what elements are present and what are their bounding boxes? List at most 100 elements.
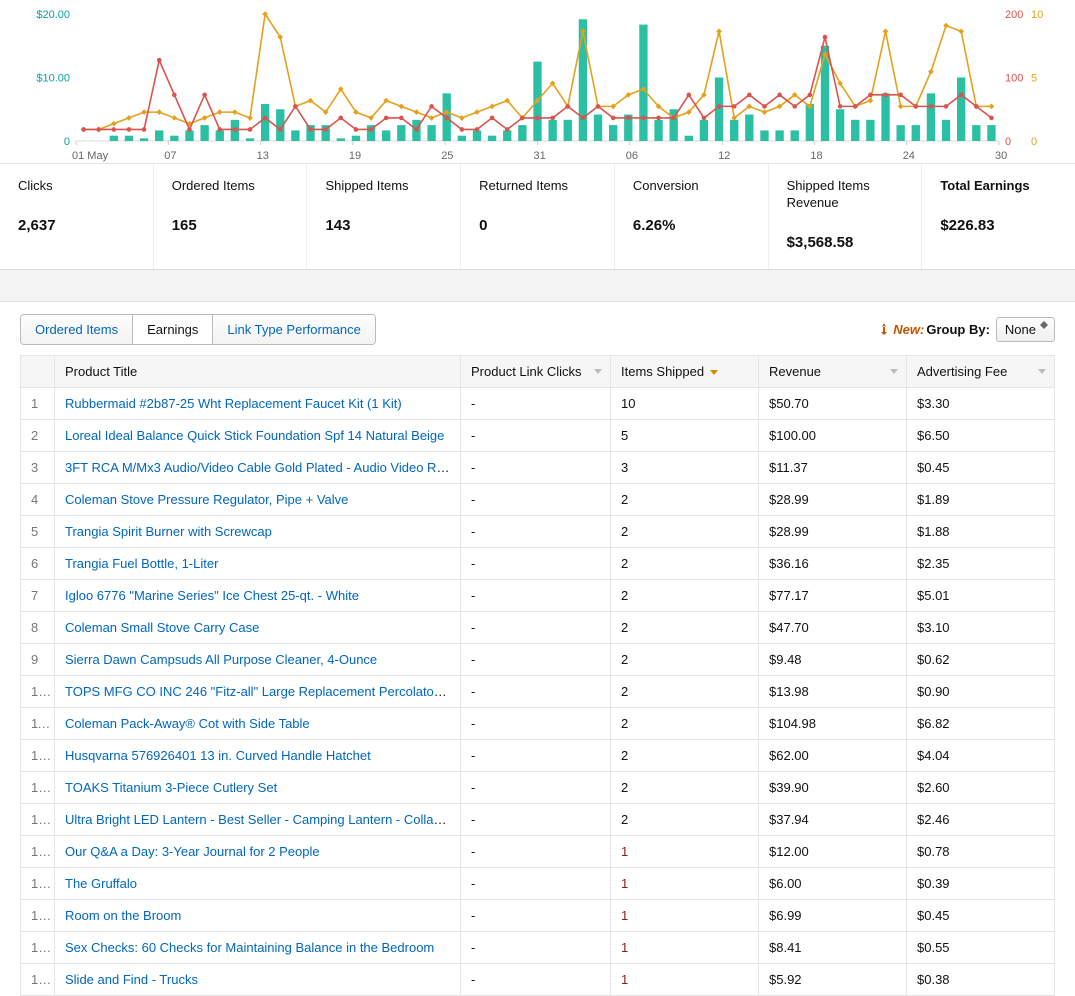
stat-label: Returned Items bbox=[479, 178, 596, 195]
product-title-cell: Room on the Broom bbox=[55, 899, 461, 931]
stat-returned-items: Returned Items 0 bbox=[461, 164, 615, 269]
table-row: 17Room on the Broom-1$6.99$0.45 bbox=[21, 899, 1055, 931]
product-title-cell: Coleman Small Stove Carry Case bbox=[55, 611, 461, 643]
row-index: 1 bbox=[21, 387, 55, 419]
product-link[interactable]: Slide and Find - Trucks bbox=[65, 972, 198, 987]
row-index: 17 bbox=[21, 899, 55, 931]
table-row: 11 Coleman Pack-Away® Cot with Side Table… bbox=[21, 707, 1055, 739]
table-row: 3 3FT RCA M/Mx3 Audio/Video Cable Gold Pl… bbox=[21, 451, 1055, 483]
product-link[interactable]: The Gruffalo bbox=[65, 876, 137, 891]
product-link[interactable]: Sierra Dawn Campsuds All Purpose Cleaner… bbox=[65, 652, 377, 667]
product-link-clicks-cell: - bbox=[461, 451, 611, 483]
table-row: 18Sex Checks: 60 Checks for Maintaining … bbox=[21, 931, 1055, 963]
product-link-clicks-cell: - bbox=[461, 547, 611, 579]
row-index: 16 bbox=[21, 867, 55, 899]
product-link-clicks-cell: - bbox=[461, 803, 611, 835]
row-index: 7 bbox=[21, 579, 55, 611]
col-revenue[interactable]: Revenue bbox=[759, 355, 907, 387]
items-shipped-cell: 1 bbox=[611, 899, 759, 931]
product-link-clicks-cell: - bbox=[461, 963, 611, 995]
svg-text:24: 24 bbox=[903, 150, 915, 162]
revenue-cell: $104.98 bbox=[759, 707, 907, 739]
items-shipped-cell: 2 bbox=[611, 611, 759, 643]
product-link[interactable]: 3FT RCA M/Mx3 Audio/Video Cable Gold Pla… bbox=[65, 460, 461, 475]
svg-text:0: 0 bbox=[64, 136, 70, 148]
row-index: 3 bbox=[21, 451, 55, 483]
product-link[interactable]: TOPS MFG CO INC 246 "Fitz-all" Large Rep… bbox=[65, 684, 461, 699]
revenue-cell: $39.90 bbox=[759, 771, 907, 803]
items-shipped-cell: 2 bbox=[611, 643, 759, 675]
advertising-fee-cell: $0.90 bbox=[907, 675, 1055, 707]
svg-text:18: 18 bbox=[810, 150, 822, 162]
revenue-cell: $28.99 bbox=[759, 483, 907, 515]
product-title-cell: Loreal Ideal Balance Quick Stick Foundat… bbox=[55, 419, 461, 451]
row-index: 9 bbox=[21, 643, 55, 675]
row-index: 13 bbox=[21, 771, 55, 803]
tab-earnings[interactable]: Earnings bbox=[133, 315, 213, 344]
product-link[interactable]: Coleman Small Stove Carry Case bbox=[65, 620, 259, 635]
new-label-text: New: bbox=[893, 322, 924, 337]
product-link[interactable]: Loreal Ideal Balance Quick Stick Foundat… bbox=[65, 428, 444, 443]
col-product-link-clicks[interactable]: Product Link Clicks bbox=[461, 355, 611, 387]
product-link[interactable]: Ultra Bright LED Lantern - Best Seller -… bbox=[65, 812, 461, 827]
product-link-clicks-cell: - bbox=[461, 611, 611, 643]
product-link[interactable]: TOAKS Titanium 3-Piece Cutlery Set bbox=[65, 780, 277, 795]
advertising-fee-cell: $0.38 bbox=[907, 963, 1055, 995]
row-index: 12 bbox=[21, 739, 55, 771]
advertising-fee-cell: $5.01 bbox=[907, 579, 1055, 611]
performance-chart: 0$10.00$20.000100200051001 May0713192531… bbox=[0, 0, 1075, 163]
product-link[interactable]: Sex Checks: 60 Checks for Maintaining Ba… bbox=[65, 940, 434, 955]
advertising-fee-cell: $3.30 bbox=[907, 387, 1055, 419]
product-link[interactable]: Trangia Fuel Bottle, 1-Liter bbox=[65, 556, 218, 571]
row-index: 11 bbox=[21, 707, 55, 739]
product-link-clicks-cell: - bbox=[461, 771, 611, 803]
product-link[interactable]: Husqvarna 576926401 13 in. Curved Handle… bbox=[65, 748, 371, 763]
items-shipped-cell: 2 bbox=[611, 803, 759, 835]
col-advertising-fee[interactable]: Advertising Fee bbox=[907, 355, 1055, 387]
product-link[interactable]: Room on the Broom bbox=[65, 908, 181, 923]
tab-link-type-performance[interactable]: Link Type Performance bbox=[213, 315, 374, 344]
product-link[interactable]: Coleman Stove Pressure Regulator, Pipe +… bbox=[65, 492, 348, 507]
items-shipped-cell: 2 bbox=[611, 547, 759, 579]
tab-ordered-items[interactable]: Ordered Items bbox=[21, 315, 133, 344]
items-shipped-cell: 1 bbox=[611, 867, 759, 899]
product-link[interactable]: Rubbermaid #2b87-25 Wht Replacement Fauc… bbox=[65, 396, 402, 411]
col-product-title[interactable]: Product Title bbox=[55, 355, 461, 387]
items-shipped-cell: 2 bbox=[611, 483, 759, 515]
svg-text:13: 13 bbox=[257, 150, 269, 162]
earnings-table: Product TitleProduct Link ClicksItems Sh… bbox=[20, 355, 1055, 996]
product-link[interactable]: Our Q&A a Day: 3-Year Journal for 2 Peop… bbox=[65, 844, 320, 859]
stat-label: Shipped Items bbox=[325, 178, 442, 195]
advertising-fee-cell: $1.89 bbox=[907, 483, 1055, 515]
svg-text:0: 0 bbox=[1031, 136, 1037, 148]
row-index: 10 bbox=[21, 675, 55, 707]
items-shipped-cell: 2 bbox=[611, 579, 759, 611]
items-shipped-cell: 2 bbox=[611, 739, 759, 771]
advertising-fee-cell: $6.50 bbox=[907, 419, 1055, 451]
stat-value: 165 bbox=[172, 217, 289, 234]
col-items-shipped[interactable]: Items Shipped bbox=[611, 355, 759, 387]
stat-label: Clicks bbox=[18, 178, 135, 195]
advertising-fee-cell: $0.39 bbox=[907, 867, 1055, 899]
advertising-fee-cell: $3.10 bbox=[907, 611, 1055, 643]
svg-text:100: 100 bbox=[1005, 73, 1023, 85]
stat-ordered-items: Ordered Items165 bbox=[154, 164, 308, 269]
stat-value: 143 bbox=[325, 217, 442, 234]
report-tabs: Ordered ItemsEarningsLink Type Performan… bbox=[20, 314, 376, 345]
row-index: 15 bbox=[21, 835, 55, 867]
row-index: 19 bbox=[21, 963, 55, 995]
product-link-clicks-cell: - bbox=[461, 387, 611, 419]
product-link[interactable]: Trangia Spirit Burner with Screwcap bbox=[65, 524, 272, 539]
advertising-fee-cell: $0.45 bbox=[907, 899, 1055, 931]
product-link[interactable]: Igloo 6776 "Marine Series" Ice Chest 25-… bbox=[65, 588, 359, 603]
revenue-cell: $6.00 bbox=[759, 867, 907, 899]
product-link[interactable]: Coleman Pack-Away® Cot with Side Table bbox=[65, 716, 310, 731]
items-shipped-cell: 1 bbox=[611, 963, 759, 995]
group-by-select[interactable]: None bbox=[996, 317, 1055, 342]
row-index: 2 bbox=[21, 419, 55, 451]
stat-label: Conversion bbox=[633, 178, 750, 195]
table-row: 2 Loreal Ideal Balance Quick Stick Founda… bbox=[21, 419, 1055, 451]
product-title-cell: TOPS MFG CO INC 246 "Fitz-all" Large Rep… bbox=[55, 675, 461, 707]
svg-text:01 May: 01 May bbox=[72, 150, 109, 162]
stat-value: 0 bbox=[479, 217, 596, 234]
